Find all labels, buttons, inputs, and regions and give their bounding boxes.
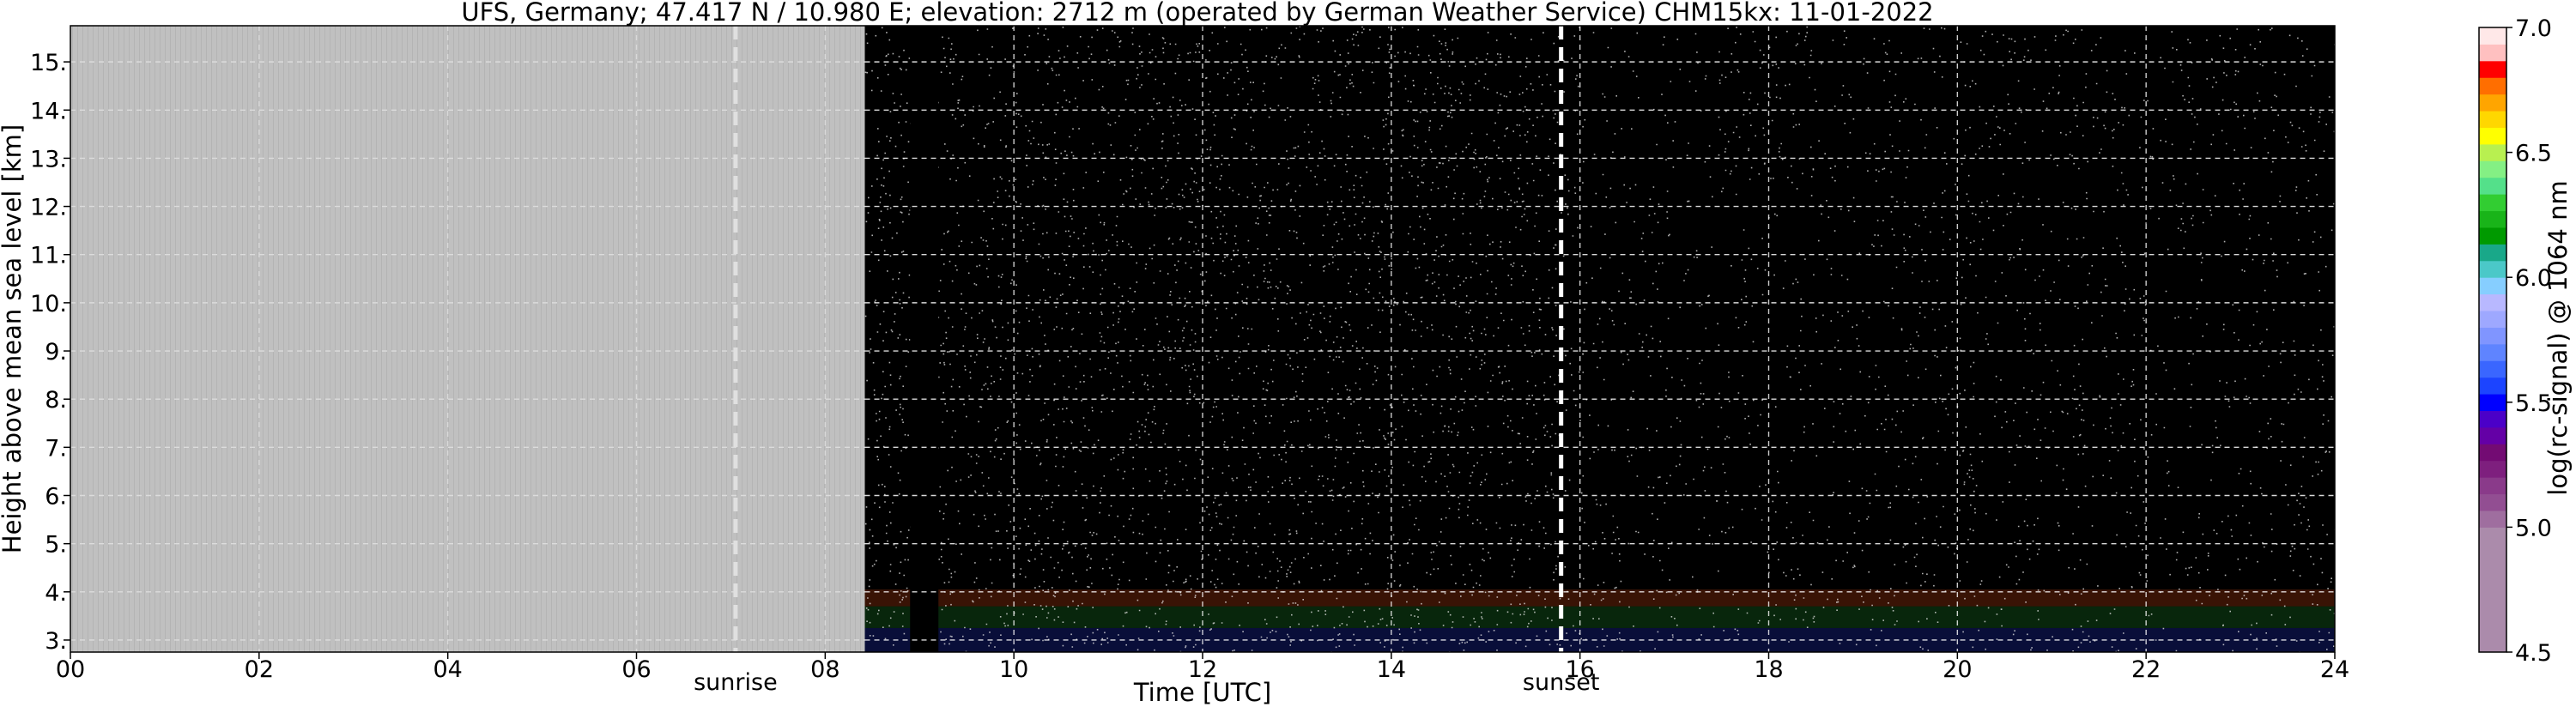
y-tick-label: 5. (45, 532, 67, 559)
x-tick-label: 22 (2131, 656, 2161, 683)
colorbar: 4.55.05.56.06.57.0 (2478, 15, 2552, 667)
x-tick-label: 10 (999, 656, 1028, 683)
colorbar-segment (2479, 260, 2506, 278)
y-tick-label: 11. (30, 243, 67, 269)
y-tick-label: 8. (45, 387, 67, 414)
x-tick-label: 18 (1754, 656, 1783, 683)
data-gap-band (910, 26, 939, 652)
colorbar-segment (2479, 410, 2506, 428)
x-tick-label: 02 (245, 656, 274, 683)
colorbar-segment (2479, 527, 2506, 652)
lidar-chart: UFS, Germany; 47.417 N / 10.980 E; eleva… (0, 0, 2573, 707)
colorbar-segment (2479, 94, 2506, 112)
y-tick-label: 3. (45, 628, 67, 655)
x-tick-label: 08 (810, 656, 839, 683)
colorbar-segment (2479, 227, 2506, 245)
sunrise-label: sunrise (694, 669, 778, 696)
colorbar-segment (2479, 311, 2506, 328)
colorbar-segment (2479, 493, 2506, 511)
y-tick-label: 13. (30, 146, 67, 172)
colorbar-segment (2479, 277, 2506, 295)
colorbar-tick-label: 4.5 (2515, 640, 2552, 667)
y-tick-label: 12. (30, 195, 67, 221)
y-tick-label: 14. (30, 98, 67, 124)
colorbar-segment (2479, 477, 2506, 495)
colorbar-tick-label: 5.0 (2515, 515, 2552, 541)
colorbar-segment (2479, 510, 2506, 528)
no-data-region (70, 26, 865, 652)
colorbar-segment (2479, 60, 2506, 78)
colorbar-segment (2479, 177, 2506, 195)
colorbar-segment (2479, 444, 2506, 462)
colorbar-segment (2479, 143, 2506, 161)
plot-area (70, 26, 2335, 652)
y-axis-title: Height above mean sea level [km] (0, 124, 27, 553)
colorbar-segment (2479, 343, 2506, 361)
colorbar-segment (2479, 44, 2506, 62)
colorbar-segment (2479, 77, 2506, 95)
y-tick-label: 4. (45, 580, 67, 607)
y-axis: 3. 4. 5. 6. 7. 8. 9. 10. 11. 12. 13. 14. 15. (30, 50, 70, 655)
colorbar-segment (2479, 460, 2506, 478)
x-tick-label: 20 (1943, 656, 1972, 683)
y-tick-label: 10. (30, 291, 67, 317)
colorbar-segment (2479, 194, 2506, 212)
x-tick-label: 06 (621, 656, 651, 683)
colorbar-title: log(rc-signal) @ 1064 nm (2543, 180, 2573, 495)
colorbar-segment (2479, 244, 2506, 262)
sunset-label: sunset (1523, 669, 1600, 696)
colorbar-segment (2479, 377, 2506, 395)
x-tick-label: 00 (56, 656, 85, 683)
colorbar-segment (2479, 111, 2506, 128)
colorbar-segment (2479, 293, 2506, 311)
colorbar-segment (2479, 210, 2506, 228)
x-tick-label: 24 (2320, 656, 2349, 683)
colorbar-segment (2479, 327, 2506, 345)
colorbar-tick-label: 6.5 (2515, 141, 2552, 167)
colorbar-tick-label: 7.0 (2515, 15, 2552, 42)
y-tick-label: 9. (45, 339, 67, 366)
chart-title: UFS, Germany; 47.417 N / 10.980 E; eleva… (461, 0, 1933, 27)
x-tick-label: 14 (1377, 656, 1406, 683)
y-tick-label: 6. (45, 484, 67, 511)
colorbar-segment (2479, 360, 2506, 378)
colorbar-segment (2479, 394, 2506, 412)
colorbar-segment (2479, 426, 2506, 444)
y-tick-label: 15. (30, 50, 67, 76)
x-axis-title: Time [UTC] (1133, 678, 1271, 707)
y-tick-label: 7. (45, 435, 67, 462)
colorbar-segment (2479, 160, 2506, 178)
x-tick-label: 04 (433, 656, 462, 683)
colorbar-segment (2479, 127, 2506, 145)
colorbar-segment (2479, 27, 2506, 45)
